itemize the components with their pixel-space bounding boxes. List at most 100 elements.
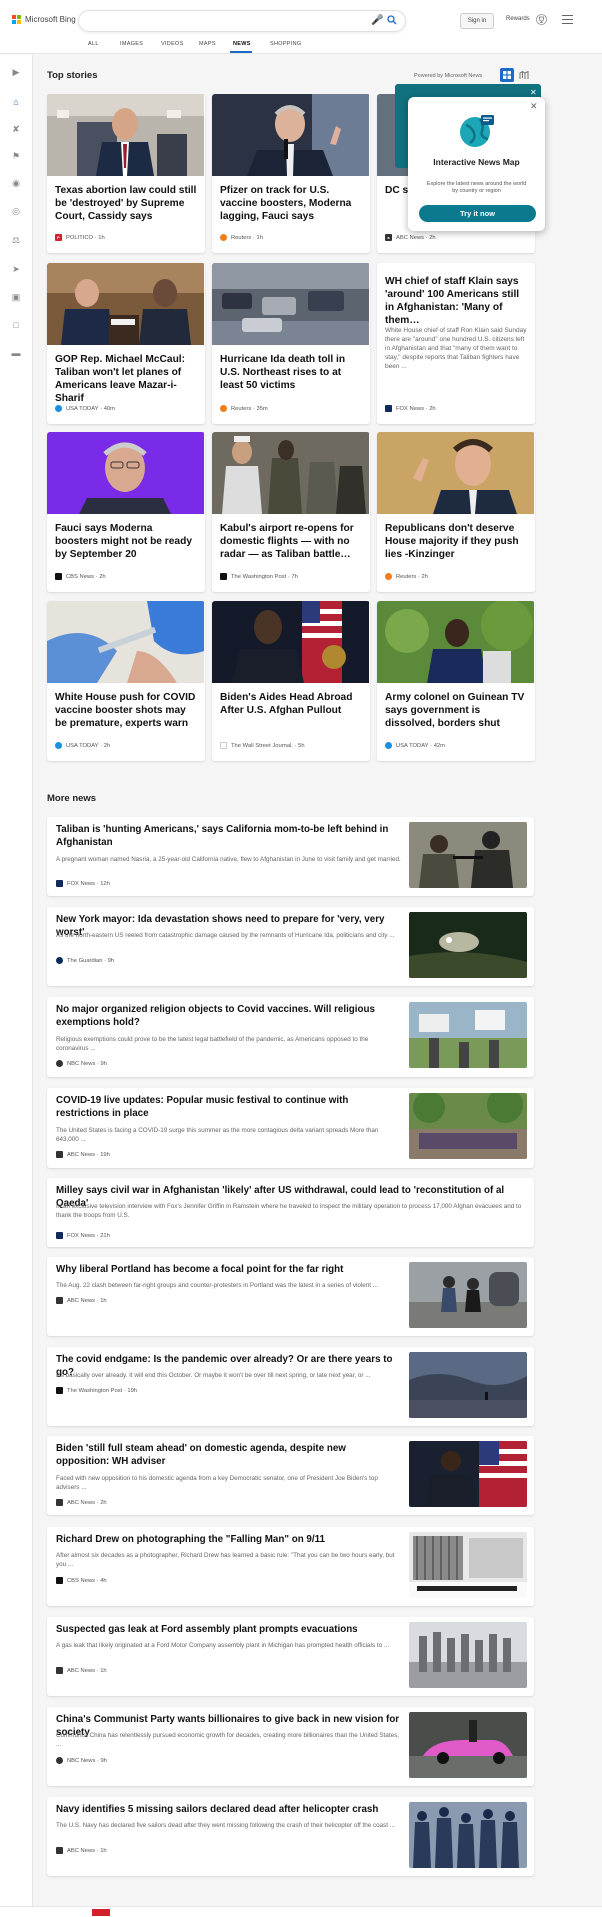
logo-text: Microsoft Bing — [25, 15, 76, 24]
news-item[interactable]: Richard Drew on photographing the "Falli… — [47, 1527, 534, 1606]
expand-rail-icon[interactable]: ▶ — [11, 67, 21, 77]
news-meta: FOX News · 21h — [56, 1232, 110, 1239]
abc-news-logo-icon — [56, 1847, 63, 1854]
story-title: Hurricane Ida death toll in U.S. Northea… — [220, 354, 346, 391]
news-item[interactable]: China's Communist Party wants billionair… — [47, 1707, 534, 1786]
tab-images[interactable]: IMAGES — [120, 41, 143, 47]
try-it-now-button[interactable]: Try it now — [419, 205, 536, 222]
bing-logo[interactable]: Microsoft Bing — [12, 15, 76, 24]
news-snippet: The U.S. Navy has declared five sailors … — [56, 1822, 396, 1829]
us-flag-icon[interactable]: ⚑ — [11, 151, 21, 161]
story-card[interactable]: WH chief of staff Klain says 'around' 10… — [377, 263, 535, 424]
story-time: 42m — [433, 742, 445, 749]
story-card[interactable]: Kabul's airport re-opens for domestic fl… — [212, 432, 370, 592]
story-card[interactable]: Pfizer on track for U.S. vaccine booster… — [212, 94, 370, 253]
search-icon[interactable] — [387, 15, 397, 25]
world-globe-icon[interactable]: ◎ — [11, 206, 21, 216]
wsj-logo-icon — [220, 742, 227, 749]
story-source: The Washington Post — [231, 573, 287, 580]
story-time: 2h — [421, 573, 428, 580]
news-source: CBS News — [67, 1577, 96, 1584]
news-snippet: In an exclusive television interview wit… — [56, 1203, 522, 1219]
news-item[interactable]: Milley says civil war in Afghanistan 'li… — [47, 1178, 534, 1247]
story-title: WH chief of staff Klain says 'around' 10… — [385, 276, 520, 326]
story-card[interactable]: Biden's Aides Head Abroad After U.S. Afg… — [212, 601, 370, 761]
story-title: Fauci says Moderna boosters might not be… — [55, 523, 192, 560]
news-time: 9h — [100, 1060, 107, 1067]
news-item[interactable]: No major organized religion objects to C… — [47, 997, 534, 1077]
tab-maps[interactable]: MAPS — [199, 41, 216, 47]
news-item[interactable]: Suspected gas leak at Ford assembly plan… — [47, 1617, 534, 1696]
news-item[interactable]: Taliban is 'hunting Americans,' says Cal… — [47, 817, 534, 896]
news-snippet: A pregnant woman named Nasria, a 25-year… — [56, 856, 401, 863]
story-title: GOP Rep. Michael McCaul: Taliban won't l… — [55, 354, 186, 404]
rewards-trophy-icon[interactable] — [536, 14, 547, 25]
story-source: USA TODAY — [66, 405, 99, 412]
news-item[interactable]: Navy identifies 5 missing sailors declar… — [47, 1797, 534, 1876]
business-icon[interactable]: □ — [11, 320, 21, 330]
news-item[interactable]: New York mayor: Ida devastation shows ne… — [47, 907, 534, 986]
story-time: 40m — [103, 405, 115, 412]
rewards-label[interactable]: Rewards — [506, 16, 530, 22]
story-card[interactable]: Republicans don't deserve House majority… — [377, 432, 535, 592]
story-card[interactable]: Hurricane Ida death toll in U.S. Northea… — [212, 263, 370, 424]
science-rocket-icon[interactable]: ➤ — [11, 264, 21, 274]
politico-logo-icon: P — [55, 234, 62, 241]
tab-videos[interactable]: VIDEOS — [161, 41, 184, 47]
story-image — [47, 263, 204, 345]
entertainment-icon[interactable]: ▣ — [11, 292, 21, 302]
news-image — [409, 1262, 527, 1328]
sign-in-button[interactable]: Sign in — [460, 13, 494, 29]
story-title: Pfizer on track for U.S. vaccine booster… — [220, 185, 352, 222]
news-item[interactable]: The covid endgame: Is the pandemic over … — [47, 1347, 534, 1426]
grid-view-icon[interactable] — [500, 68, 514, 82]
banner-close-icon[interactable]: ✕ — [530, 88, 537, 97]
popup-close-icon[interactable]: ✕ — [530, 101, 538, 112]
story-card[interactable]: Army colonel on Guinean TV says governme… — [377, 601, 535, 761]
story-image — [212, 94, 369, 176]
news-title: Taliban is 'hunting Americans,' says Cal… — [56, 824, 389, 848]
story-source: USA TODAY — [396, 742, 429, 749]
microphone-icon[interactable]: 🎤 — [371, 15, 383, 26]
tab-shopping[interactable]: SHOPPING — [270, 41, 301, 47]
home-icon[interactable]: ⌂ — [11, 97, 21, 107]
news-map-popup: ✕ Interactive News Map Explore the lates… — [408, 97, 545, 231]
story-source: CBS News — [66, 573, 95, 580]
fox-news-logo-icon — [56, 880, 63, 887]
news-title: No major organized religion objects to C… — [56, 1004, 375, 1028]
story-time: 2h — [429, 234, 436, 241]
tab-news[interactable]: NEWS — [233, 41, 251, 47]
news-snippet: It's basically over already. It will end… — [56, 1372, 371, 1379]
story-image — [212, 263, 369, 345]
header-bar: Microsoft Bing 🎤 Sign in Rewards ALL IMA… — [0, 0, 602, 54]
top-stories-heading: Top stories — [47, 70, 98, 81]
news-image — [409, 1712, 527, 1778]
news-item[interactable]: Why liberal Portland has become a focal … — [47, 1257, 534, 1336]
map-view-icon[interactable] — [517, 68, 531, 82]
story-image — [212, 601, 369, 683]
tab-all[interactable]: ALL — [88, 41, 99, 47]
search-input[interactable]: 🎤 — [78, 10, 406, 32]
story-card[interactable]: White House push for COVID vaccine boost… — [47, 601, 205, 761]
story-time: 1h — [98, 234, 105, 241]
news-image — [409, 1441, 527, 1507]
news-source: ABC News — [67, 1847, 96, 1854]
news-snippet: As the north-eastern US reeled from cata… — [56, 932, 395, 939]
story-card[interactable]: Fauci says Moderna boosters might not be… — [47, 432, 205, 592]
news-time: 19h — [127, 1387, 138, 1394]
story-card[interactable]: GOP Rep. Michael McCaul: Taliban won't l… — [47, 263, 205, 424]
sports-icon[interactable]: ▬ — [11, 348, 21, 358]
menu-icon[interactable] — [562, 15, 573, 25]
trending-icon[interactable]: ✘ — [11, 124, 21, 134]
news-meta: FOX News · 12h — [56, 880, 110, 887]
more-news-heading: More news — [47, 793, 97, 804]
politics-icon[interactable]: ⚖ — [11, 235, 21, 245]
local-pin-icon[interactable]: ◉ — [11, 178, 21, 188]
news-item[interactable]: COVID-19 live updates: Popular music fes… — [47, 1088, 534, 1168]
news-meta: NBC News · 9h — [56, 1757, 107, 1764]
story-card[interactable]: Texas abortion law could still be 'destr… — [47, 94, 205, 253]
microsoft-logo-icon — [12, 15, 21, 24]
news-source: FOX News — [67, 880, 96, 887]
news-image — [409, 1093, 527, 1159]
news-item[interactable]: Biden 'still full steam ahead' on domest… — [47, 1436, 534, 1515]
